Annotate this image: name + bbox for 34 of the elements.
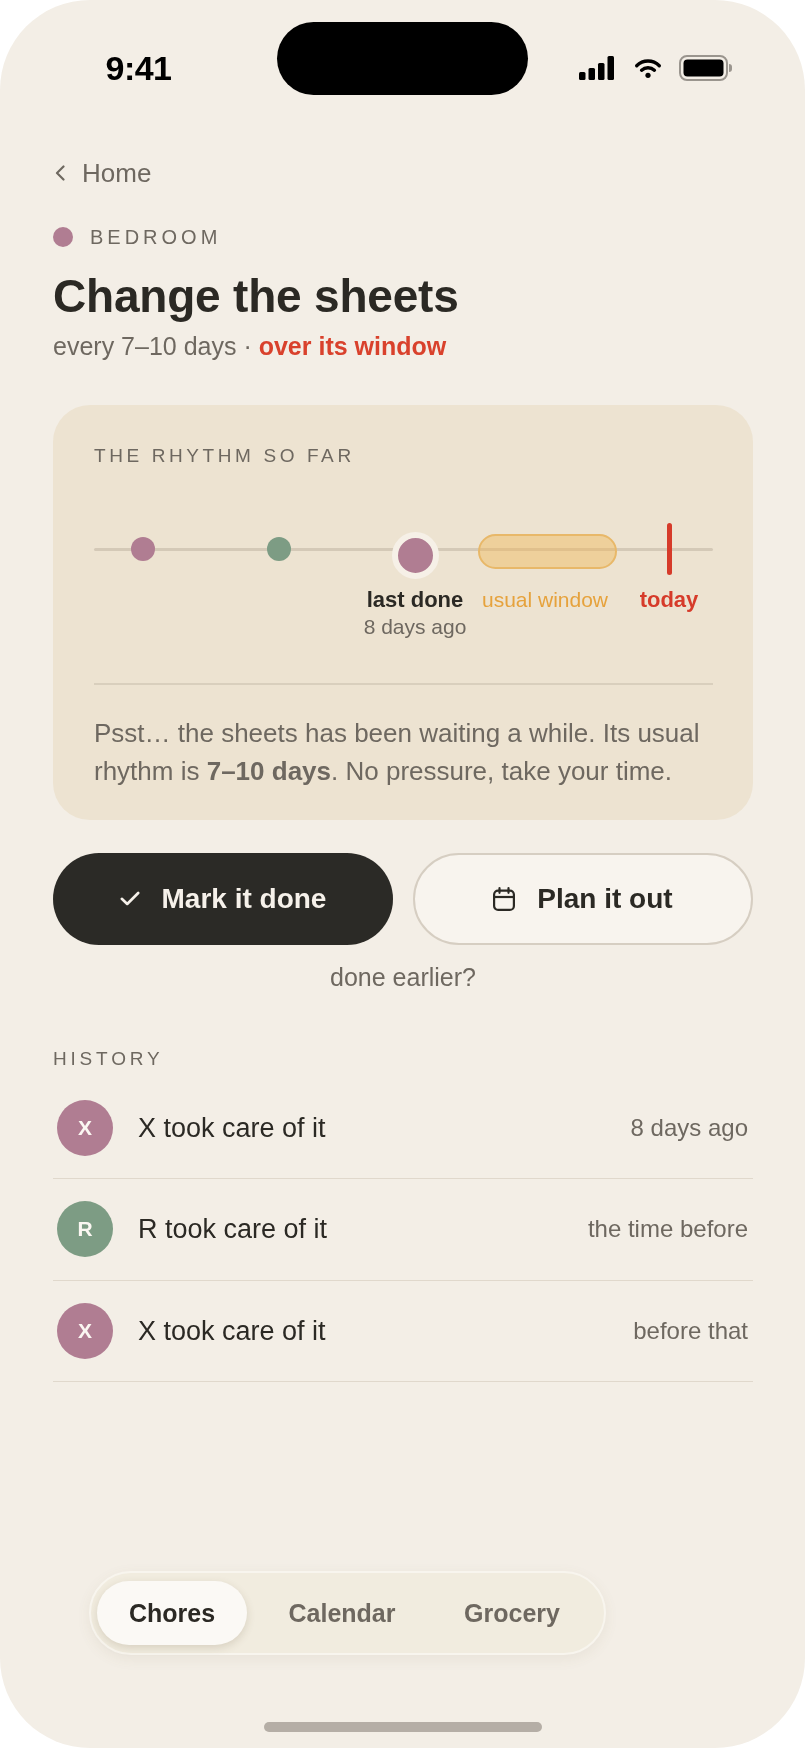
history-text: X took care of it: [138, 1111, 326, 1144]
page-title: Change the sheets: [53, 269, 460, 323]
chevron-left-icon: [55, 165, 65, 181]
calendar-icon: [493, 886, 516, 911]
wifi-icon: [634, 57, 662, 78]
signal-icon: [579, 55, 614, 80]
history-time: before that: [633, 1315, 748, 1346]
message-text: Psst… the sheets has been waiting a while. Its usual rhythm is 7–10 days. No pressure, take your time.: [94, 716, 701, 788]
back-link[interactable]: Home: [55, 158, 152, 188]
avatar: X: [57, 1302, 113, 1359]
tab[interactable]: Grocery: [437, 1581, 587, 1645]
today-marker: [666, 523, 672, 575]
check-icon: [119, 891, 140, 906]
mark-done-button[interactable]: Mark it done: [53, 852, 393, 945]
avatar: R: [57, 1201, 113, 1258]
plan-button[interactable]: Plan it out: [413, 852, 753, 945]
card-label: THE RHYTHM SO FAR: [94, 444, 356, 468]
today-label: today: [639, 586, 699, 613]
status-time: 9:41: [105, 47, 172, 88]
history-text: R took care of it: [138, 1213, 328, 1246]
battery-icon: [679, 54, 732, 81]
avatar: X: [57, 1099, 113, 1156]
tab[interactable]: Calendar: [267, 1581, 417, 1645]
frequency-text: every 7–10 days · over its window: [53, 331, 448, 362]
tab[interactable]: Chores: [97, 1581, 247, 1645]
history-text: X took care of it: [138, 1314, 326, 1347]
window-label: usual window: [481, 587, 609, 613]
timeline-sublabel: 8 days ago: [363, 614, 467, 640]
done-earlier-link[interactable]: done earlier?: [330, 961, 476, 992]
room-label: BEDROOM: [90, 225, 222, 249]
history-time: the time before: [587, 1214, 748, 1245]
timeline-label: last done: [366, 586, 464, 613]
history-label: HISTORY: [53, 1046, 165, 1071]
history-time: 8 days ago: [630, 1112, 748, 1143]
